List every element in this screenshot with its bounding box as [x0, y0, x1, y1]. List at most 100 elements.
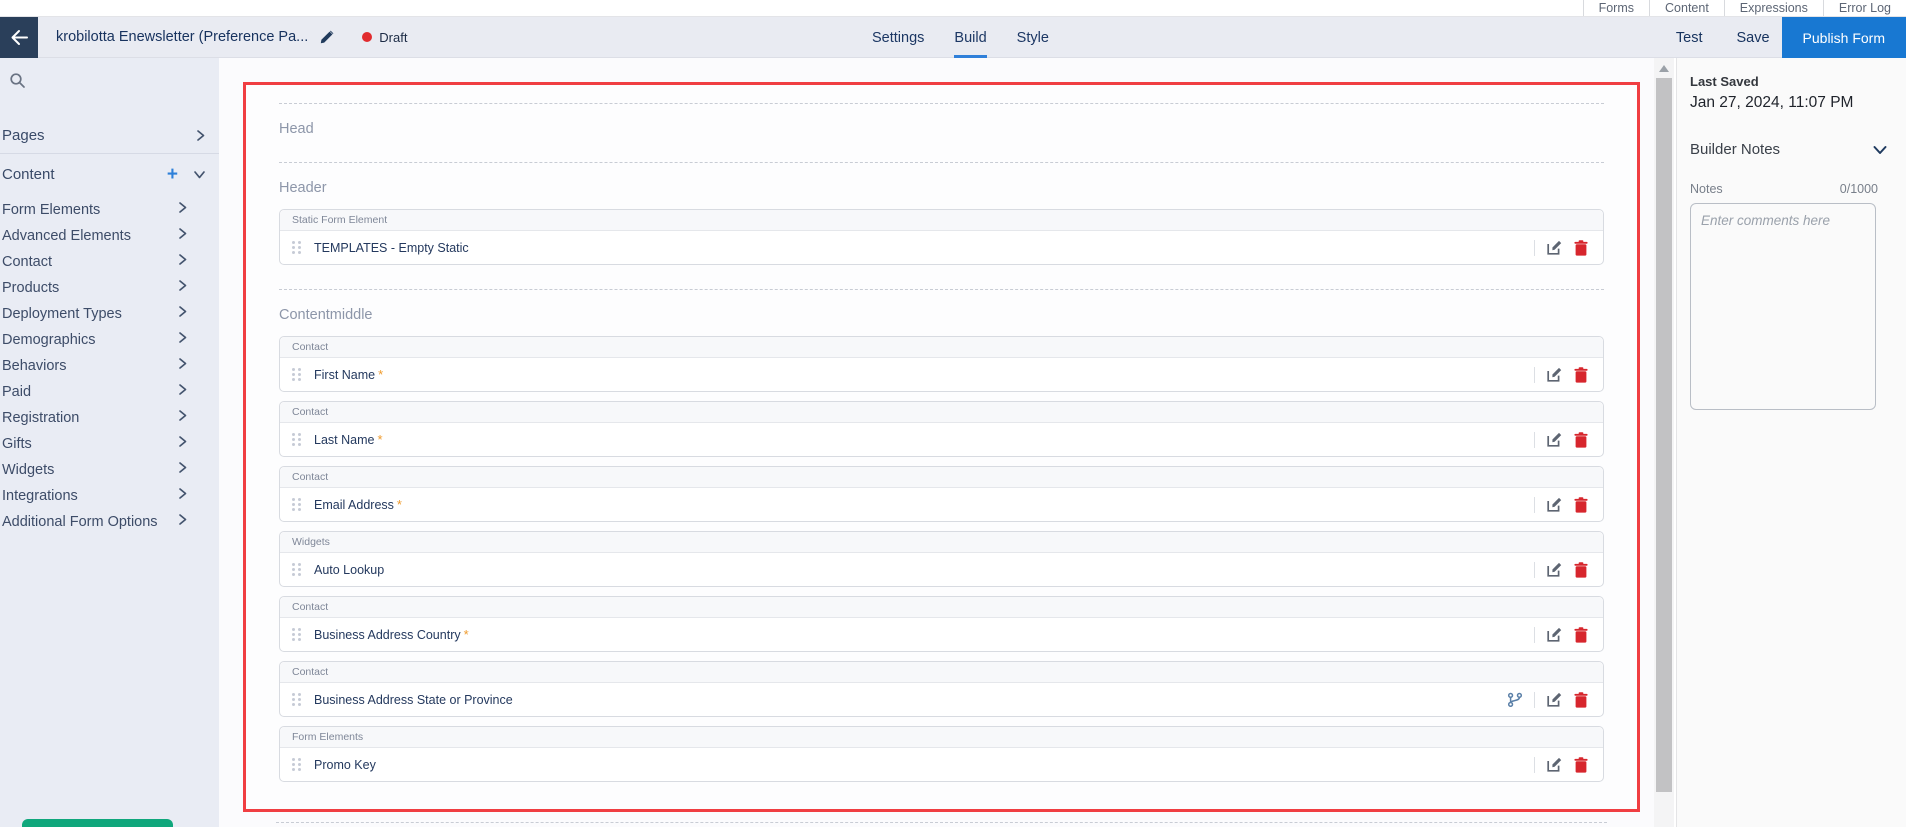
form-element-card-last-name[interactable]: ContactLast Name*: [279, 401, 1604, 457]
bottom-green-button[interactable]: [22, 819, 173, 827]
sidebar-item-additional-form-options[interactable]: Additional Form Options: [0, 509, 219, 535]
actions-divider: [1534, 692, 1535, 708]
drag-handle-icon[interactable]: [292, 628, 301, 641]
edit-icon[interactable]: [1546, 239, 1563, 256]
drag-handle-icon[interactable]: [292, 498, 301, 511]
drag-handle-icon[interactable]: [292, 241, 301, 254]
form-element-card-first-name[interactable]: ContactFirst Name*: [279, 336, 1604, 392]
scrollbar-up-arrow-icon[interactable]: [1659, 65, 1669, 72]
tab-build[interactable]: Build: [954, 17, 986, 58]
delete-icon[interactable]: [1574, 432, 1588, 448]
test-button[interactable]: Test: [1676, 30, 1703, 46]
chevron-down-icon[interactable]: [1872, 144, 1888, 156]
top-nav-tab-forms[interactable]: Forms: [1583, 0, 1649, 16]
builder-notes-toggle[interactable]: Builder Notes: [1690, 141, 1906, 158]
section-separator: [276, 822, 1607, 823]
chevron-down-icon[interactable]: [193, 169, 206, 180]
actions-divider: [1534, 432, 1535, 448]
chevron-right-icon: [177, 201, 188, 214]
form-element-card-promo-key[interactable]: Form ElementsPromo Key: [279, 726, 1604, 782]
left-sidebar: Pages Content + Form Elements Advanced El…: [0, 58, 219, 827]
card-label: Promo Key: [314, 758, 376, 772]
edit-icon[interactable]: [1546, 561, 1563, 578]
top-nav-tab-error-log[interactable]: Error Log: [1823, 0, 1906, 16]
required-asterisk: *: [377, 432, 382, 447]
notes-input[interactable]: [1690, 203, 1876, 410]
delete-icon[interactable]: [1574, 627, 1588, 643]
card-actions: [1534, 561, 1588, 578]
edit-title-icon[interactable]: [319, 29, 335, 45]
publish-form-button[interactable]: Publish Form: [1782, 17, 1906, 58]
required-asterisk: *: [397, 497, 402, 512]
chevron-right-icon: [177, 253, 188, 266]
chevron-right-icon: [177, 331, 188, 344]
sidebar-item-behaviors[interactable]: Behaviors: [0, 353, 219, 379]
delete-icon[interactable]: [1574, 497, 1588, 513]
card-category-label: Contact: [280, 597, 1603, 618]
delete-icon[interactable]: [1574, 367, 1588, 383]
card-body: Business Address State or Province: [280, 683, 1603, 716]
top-nav-tab-expressions[interactable]: Expressions: [1724, 0, 1823, 16]
scrollbar-thumb[interactable]: [1656, 78, 1672, 792]
actions-divider: [1534, 240, 1535, 256]
sidebar-item-paid[interactable]: Paid: [0, 379, 219, 405]
chevron-right-icon: [177, 305, 188, 323]
sidebar-item-pages[interactable]: Pages: [0, 118, 219, 154]
chevron-right-icon: [177, 357, 188, 375]
sidebar-item-label: Additional Form Options: [2, 514, 158, 530]
add-content-icon[interactable]: +: [167, 165, 178, 184]
drag-handle-icon[interactable]: [292, 433, 301, 446]
sidebar-item-content[interactable]: Content +: [0, 156, 219, 192]
sidebar-item-demographics[interactable]: Demographics: [0, 327, 219, 353]
top-nav-tab-content[interactable]: Content: [1649, 0, 1724, 16]
last-saved-value: Jan 27, 2024, 11:07 PM: [1690, 94, 1906, 112]
form-element-card-templates-empty-static[interactable]: Static Form ElementTEMPLATES - Empty Sta…: [279, 209, 1604, 265]
chevron-right-icon: [177, 331, 188, 349]
sidebar-item-registration[interactable]: Registration: [0, 405, 219, 431]
delete-icon[interactable]: [1574, 692, 1588, 708]
back-button[interactable]: [0, 17, 38, 58]
sidebar-item-advanced-elements[interactable]: Advanced Elements: [0, 223, 219, 249]
form-element-card-email-address[interactable]: ContactEmail Address*: [279, 466, 1604, 522]
drag-handle-icon[interactable]: [292, 693, 301, 706]
actions-divider: [1534, 562, 1535, 578]
delete-icon[interactable]: [1574, 240, 1588, 256]
edit-icon[interactable]: [1546, 496, 1563, 513]
save-button[interactable]: Save: [1736, 30, 1769, 46]
tab-style[interactable]: Style: [1017, 17, 1049, 58]
form-element-card-business-address-state-or-province[interactable]: ContactBusiness Address State or Provinc…: [279, 661, 1604, 717]
form-element-card-auto-lookup[interactable]: WidgetsAuto Lookup: [279, 531, 1604, 587]
sidebar-item-deployment-types[interactable]: Deployment Types: [0, 301, 219, 327]
edit-icon[interactable]: [1546, 626, 1563, 643]
sidebar-item-contact[interactable]: Contact: [0, 249, 219, 275]
chevron-right-icon: [177, 513, 188, 526]
delete-icon[interactable]: [1574, 757, 1588, 773]
canvas-scrollbar[interactable]: [1654, 58, 1674, 827]
category-list: Form Elements Advanced Elements ContactPro…: [0, 197, 219, 535]
sidebar-item-integrations[interactable]: Integrations: [0, 483, 219, 509]
chevron-right-icon: [177, 305, 188, 318]
edit-icon[interactable]: [1546, 691, 1563, 708]
pages-label: Pages: [2, 127, 45, 144]
sidebar-item-label: Advanced Elements: [2, 228, 131, 244]
notes-header: Notes 0/1000: [1690, 182, 1906, 196]
chevron-right-icon: [177, 279, 188, 292]
sidebar-item-products[interactable]: Products: [0, 275, 219, 301]
canvas-highlight-box[interactable]: HeadHeaderStatic Form ElementTEMPLATES -…: [243, 82, 1640, 812]
chevron-right-icon: [177, 227, 188, 240]
drag-handle-icon[interactable]: [292, 758, 301, 771]
form-element-card-business-address-country[interactable]: ContactBusiness Address Country*: [279, 596, 1604, 652]
edit-icon[interactable]: [1546, 366, 1563, 383]
sidebar-item-form-elements[interactable]: Form Elements: [0, 197, 219, 223]
drag-handle-icon[interactable]: [292, 563, 301, 576]
sidebar-item-label: Form Elements: [2, 202, 100, 218]
edit-icon[interactable]: [1546, 756, 1563, 773]
delete-icon[interactable]: [1574, 562, 1588, 578]
branch-logic-icon[interactable]: [1507, 692, 1523, 708]
sidebar-item-widgets[interactable]: Widgets: [0, 457, 219, 483]
edit-icon[interactable]: [1546, 431, 1563, 448]
tab-settings[interactable]: Settings: [872, 17, 924, 58]
sidebar-item-gifts[interactable]: Gifts: [0, 431, 219, 457]
drag-handle-icon[interactable]: [292, 368, 301, 381]
sidebar-search[interactable]: [0, 72, 219, 94]
